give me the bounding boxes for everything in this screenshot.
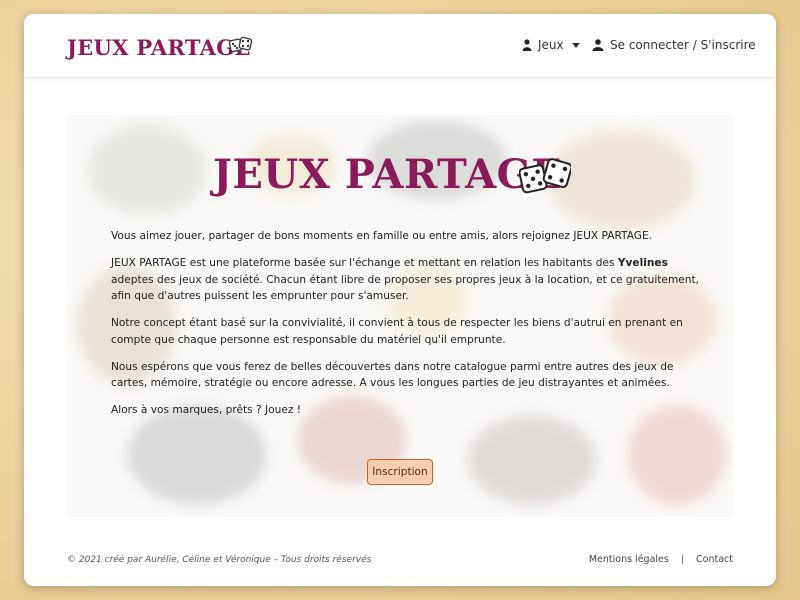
main-card: JEUX PARTAGE Jeux Se connecter / S'inscr… bbox=[24, 14, 776, 586]
footer-separator: | bbox=[680, 554, 685, 565]
hero-paragraph-part: adeptes des jeux de société. Chacun étan… bbox=[111, 273, 700, 303]
nav-login-label: Se connecter / S'inscrire bbox=[610, 38, 756, 52]
hero-paragraph: Vous aimez jouer, partager de bons momen… bbox=[111, 230, 653, 242]
nav-games-dropdown[interactable]: Jeux bbox=[522, 38, 580, 52]
dice-icon bbox=[519, 158, 571, 194]
nav-login-link[interactable]: Se connecter / S'inscrire bbox=[592, 38, 756, 52]
region-highlight: Yvelines bbox=[617, 257, 668, 269]
brand-logo-text[interactable]: JEUX PARTAGE bbox=[67, 35, 251, 60]
dice-icon bbox=[229, 36, 253, 53]
nav-games-label: Jeux bbox=[538, 38, 564, 52]
footer-links: Mentions légales | Contact bbox=[589, 554, 733, 565]
footer-copyright: © 2021 créé par Aurélie, Céline et Véron… bbox=[67, 555, 372, 565]
hero-paragraph: Nous espérons que vous ferez de belles d… bbox=[111, 360, 674, 390]
contact-link[interactable]: Contact bbox=[696, 554, 733, 565]
caret-down-icon bbox=[571, 42, 580, 48]
legal-notice-link[interactable]: Mentions légales bbox=[589, 554, 669, 565]
user-icon bbox=[592, 39, 604, 51]
hero-paragraph: JEUX PARTAGE est une plateforme basée su… bbox=[111, 255, 701, 305]
hero-section: JEUX PARTAGE Vous aimez jouer, partager … bbox=[67, 115, 733, 517]
user-icon bbox=[522, 39, 532, 51]
hero-title: JEUX PARTAGE bbox=[213, 151, 563, 198]
hero-text: Vous aimez jouer, partager de bons momen… bbox=[111, 228, 701, 429]
hero-paragraph: Notre concept étant basé sur la convivia… bbox=[111, 317, 683, 346]
navbar: JEUX PARTAGE Jeux Se connecter / S'inscr… bbox=[24, 14, 776, 78]
hero-paragraph: Alors à vos marques, prêts ? Jouez ! bbox=[111, 404, 302, 416]
hero-paragraph-part: JEUX PARTAGE est une plateforme basée su… bbox=[111, 257, 618, 269]
inscription-button[interactable]: Inscription bbox=[367, 459, 433, 485]
